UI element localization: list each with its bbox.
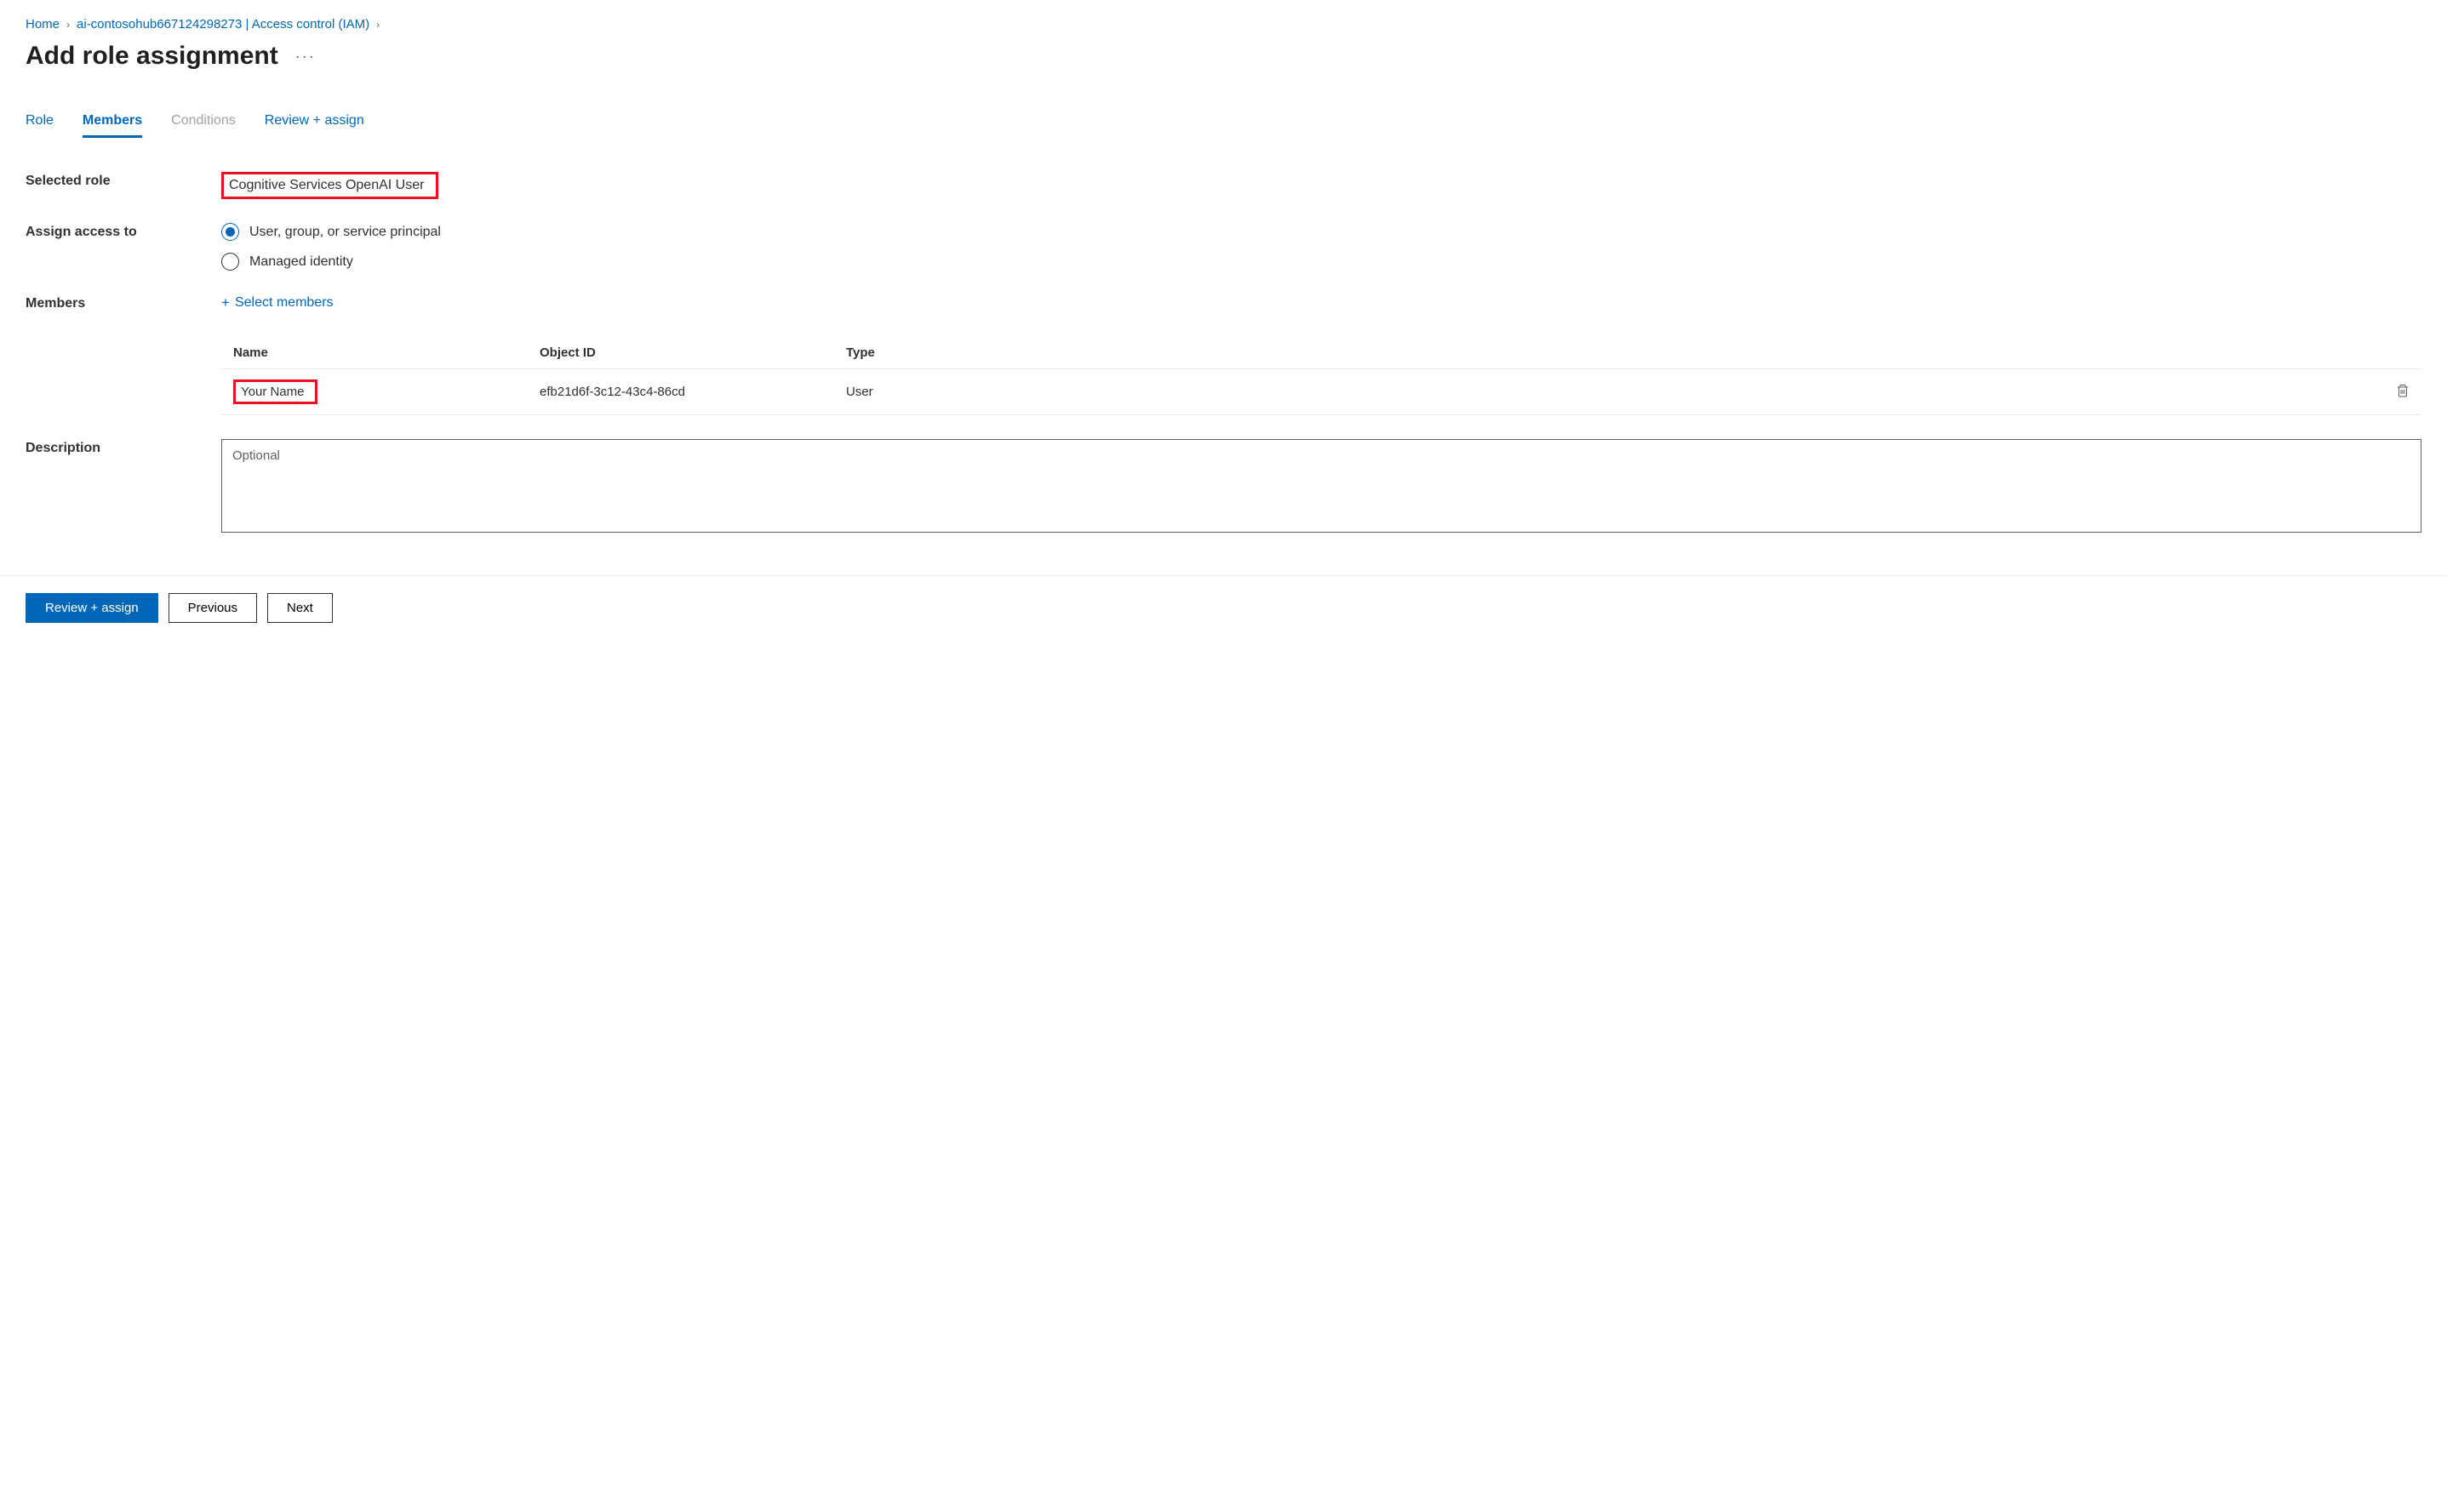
label-members: Members bbox=[26, 294, 221, 311]
col-header-type: Type bbox=[846, 345, 2376, 360]
member-name: Your Name bbox=[233, 379, 317, 404]
col-header-object-id: Object ID bbox=[540, 345, 846, 360]
tabs: Role Members Conditions Review + assign bbox=[26, 113, 2421, 138]
breadcrumb-home[interactable]: Home bbox=[26, 17, 60, 31]
trash-icon[interactable] bbox=[2396, 386, 2410, 401]
radio-managed-identity[interactable]: Managed identity bbox=[221, 253, 2421, 271]
chevron-right-icon: › bbox=[66, 19, 70, 31]
tab-members[interactable]: Members bbox=[83, 113, 142, 138]
select-members-link[interactable]: + Select members bbox=[221, 294, 2421, 311]
page-title-row: Add role assignment ··· bbox=[26, 42, 2421, 71]
member-type: User bbox=[846, 385, 2376, 399]
footer-buttons: Review + assign Previous Next bbox=[26, 593, 2421, 623]
page-title: Add role assignment bbox=[26, 42, 278, 71]
row-description: Description bbox=[26, 439, 2421, 533]
tab-conditions: Conditions bbox=[171, 113, 236, 138]
row-members: Members + Select members Name Object ID … bbox=[26, 294, 2421, 415]
breadcrumb: Home › ai-contosohub667124298273 | Acces… bbox=[26, 17, 2421, 31]
next-button[interactable]: Next bbox=[267, 593, 333, 623]
radio-user-group[interactable]: User, group, or service principal bbox=[221, 223, 2421, 241]
tab-review[interactable]: Review + assign bbox=[265, 113, 364, 138]
selected-role-value: Cognitive Services OpenAI User bbox=[221, 172, 438, 199]
review-assign-button[interactable]: Review + assign bbox=[26, 593, 158, 623]
row-selected-role: Selected role Cognitive Services OpenAI … bbox=[26, 172, 2421, 199]
table-row: Your Name efb21d6f-3c12-43c4-86cd User bbox=[221, 369, 2421, 415]
row-assign-access: Assign access to User, group, or service… bbox=[26, 223, 2421, 271]
radio-checked-icon bbox=[221, 223, 239, 241]
label-selected-role: Selected role bbox=[26, 172, 221, 189]
radio-user-group-label: User, group, or service principal bbox=[249, 225, 441, 240]
label-description: Description bbox=[26, 439, 221, 456]
previous-button[interactable]: Previous bbox=[169, 593, 257, 623]
select-members-label: Select members bbox=[235, 295, 334, 311]
col-header-name: Name bbox=[233, 345, 540, 360]
footer-divider bbox=[0, 575, 2447, 576]
breadcrumb-resource[interactable]: ai-contosohub667124298273 | Access contr… bbox=[77, 17, 369, 31]
members-table: Name Object ID Type Your Name efb21d6f-3… bbox=[221, 337, 2421, 415]
chevron-right-icon: › bbox=[376, 19, 380, 31]
tab-role[interactable]: Role bbox=[26, 113, 54, 138]
member-object-id: efb21d6f-3c12-43c4-86cd bbox=[540, 385, 846, 399]
radio-managed-identity-label: Managed identity bbox=[249, 254, 353, 270]
label-assign-access: Assign access to bbox=[26, 223, 221, 240]
description-input[interactable] bbox=[221, 439, 2421, 533]
plus-icon: + bbox=[221, 294, 230, 311]
radio-unchecked-icon bbox=[221, 253, 239, 271]
table-header: Name Object ID Type bbox=[221, 337, 2421, 369]
more-actions-icon[interactable]: ··· bbox=[295, 48, 316, 66]
